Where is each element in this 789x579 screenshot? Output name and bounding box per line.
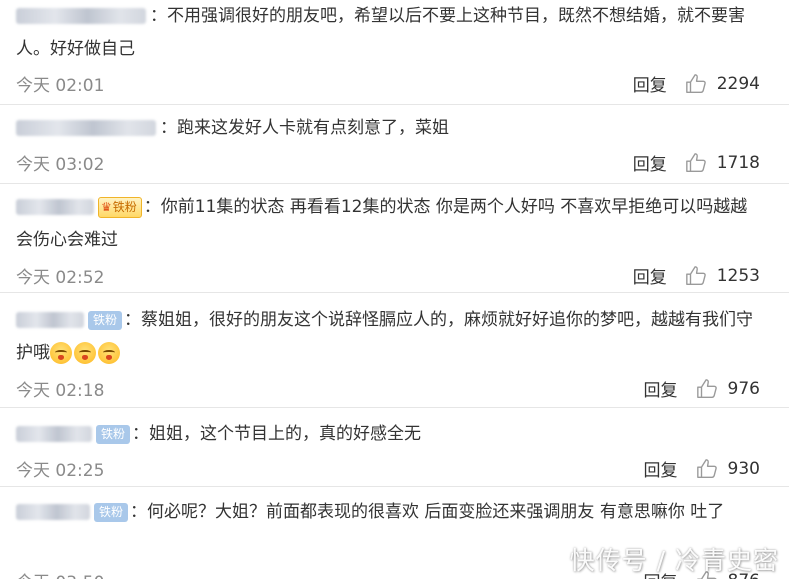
fan-badge: 铁粉: [96, 424, 131, 444]
blurred-username[interactable]: [16, 199, 94, 215]
like-count: 2294: [716, 73, 760, 94]
reply-button[interactable]: 回复: [633, 263, 667, 288]
comment-meta: 今天 02:25 回复 930: [16, 456, 760, 482]
blurred-username[interactable]: [16, 426, 92, 442]
comment-body: ：不用强调很好的朋友吧，希望以后不要上这种节目，既然不想结婚，就不要害人。好好做…: [16, 0, 756, 66]
comment-item: ♛铁粉 ：你前11集的状态 再看看12集的状态 你是两个人好吗 不喜欢早拒绝可以吗…: [0, 184, 789, 293]
comment-actions: 回复 2294: [633, 71, 760, 97]
comment-actions: 回复 1718: [633, 150, 760, 176]
like-count: 930: [727, 458, 760, 479]
comment-body: 铁粉 ：姐姐，这个节目上的，真的好感全无: [16, 418, 756, 451]
fan-badge: ♛铁粉: [98, 196, 142, 218]
crown-icon: ♛: [101, 199, 112, 214]
reply-button[interactable]: 回复: [633, 71, 667, 96]
blurred-username[interactable]: [16, 8, 146, 24]
blurred-username[interactable]: [16, 312, 84, 328]
crying-emoji-icon: [74, 342, 96, 364]
watermark: 快传号 / 冷青史密: [569, 546, 779, 575]
comment-meta: 今天 03:02 回复 1718: [16, 150, 760, 176]
reply-button[interactable]: 回复: [633, 150, 667, 175]
thumbs-up-icon[interactable]: [696, 378, 718, 400]
comment-item: 铁粉 ：姐姐，这个节目上的，真的好感全无 今天 02:25 回复 930: [0, 408, 789, 487]
comment-body: 铁粉 ：何必呢？大姐？前面都表现的很喜欢 后面变脸还来强调朋友 有意思嘛你 吐了: [16, 496, 756, 529]
thumbs-up-icon[interactable]: [685, 265, 707, 287]
like-count: 1253: [716, 265, 760, 286]
comment-body: ♛铁粉 ：你前11集的状态 再看看12集的状态 你是两个人好吗 不喜欢早拒绝可以吗…: [16, 191, 756, 257]
blurred-username[interactable]: [16, 120, 156, 136]
comment-time: 今天 02:52: [16, 268, 105, 288]
comment-text: ：姐姐，这个节目上的，真的好感全无: [132, 424, 422, 444]
comment-item: 铁粉 ：蔡姐姐，很好的朋友这个说辞怪膈应人的，麻烦就好好追你的梦吧，越越有我们守护…: [0, 293, 789, 408]
blurred-username[interactable]: [16, 504, 90, 520]
comment-time: 今天 02:01: [16, 76, 105, 96]
thumbs-up-icon[interactable]: [685, 73, 707, 95]
crying-emoji-icon: [98, 342, 120, 364]
comment-actions: 回复 1253: [633, 263, 760, 289]
fan-badge: 铁粉: [88, 310, 123, 330]
comment-body: 铁粉 ：蔡姐姐，很好的朋友这个说辞怪膈应人的，麻烦就好好追你的梦吧，越越有我们守护…: [16, 304, 756, 370]
comment-meta: 今天 02:18 回复 976: [16, 376, 760, 402]
comment-item: ：跑来这发好人卡就有点刻意了，菜姐 今天 03:02 回复 1718: [0, 105, 789, 184]
fan-badge: 铁粉: [94, 502, 129, 522]
reply-button[interactable]: 回复: [644, 456, 678, 481]
comment-meta: 今天 02:01 回复 2294: [16, 71, 760, 97]
comment-time: 今天 03:02: [16, 155, 105, 175]
comment-actions: 回复 930: [644, 456, 760, 482]
comment-time: 今天 02:25: [16, 461, 105, 481]
comment-body: ：跑来这发好人卡就有点刻意了，菜姐: [16, 112, 756, 145]
reply-button[interactable]: 回复: [644, 376, 678, 401]
comment-text: ：何必呢？大姐？前面都表现的很喜欢 后面变脸还来强调朋友 有意思嘛你 吐了: [130, 502, 725, 522]
like-count: 976: [727, 378, 760, 399]
comment-time: 今天 03:50: [16, 568, 104, 579]
like-count: 1718: [716, 152, 760, 173]
comment-item: ：不用强调很好的朋友吧，希望以后不要上这种节目，既然不想结婚，就不要害人。好好做…: [0, 0, 789, 105]
comment-text: ：蔡姐姐，很好的朋友这个说辞怪膈应人的，麻烦就好好追你的梦吧，越越有我们守护哦: [16, 310, 754, 363]
thumbs-up-icon[interactable]: [696, 458, 718, 480]
comment-text: ：跑来这发好人卡就有点刻意了，菜姐: [160, 118, 449, 138]
thumbs-up-icon[interactable]: [685, 152, 707, 174]
comment-actions: 回复 976: [644, 376, 760, 402]
comment-meta: 今天 02:52 回复 1253: [16, 263, 760, 289]
comment-time: 今天 02:18: [16, 381, 105, 401]
crying-emoji-icon: [50, 342, 72, 364]
